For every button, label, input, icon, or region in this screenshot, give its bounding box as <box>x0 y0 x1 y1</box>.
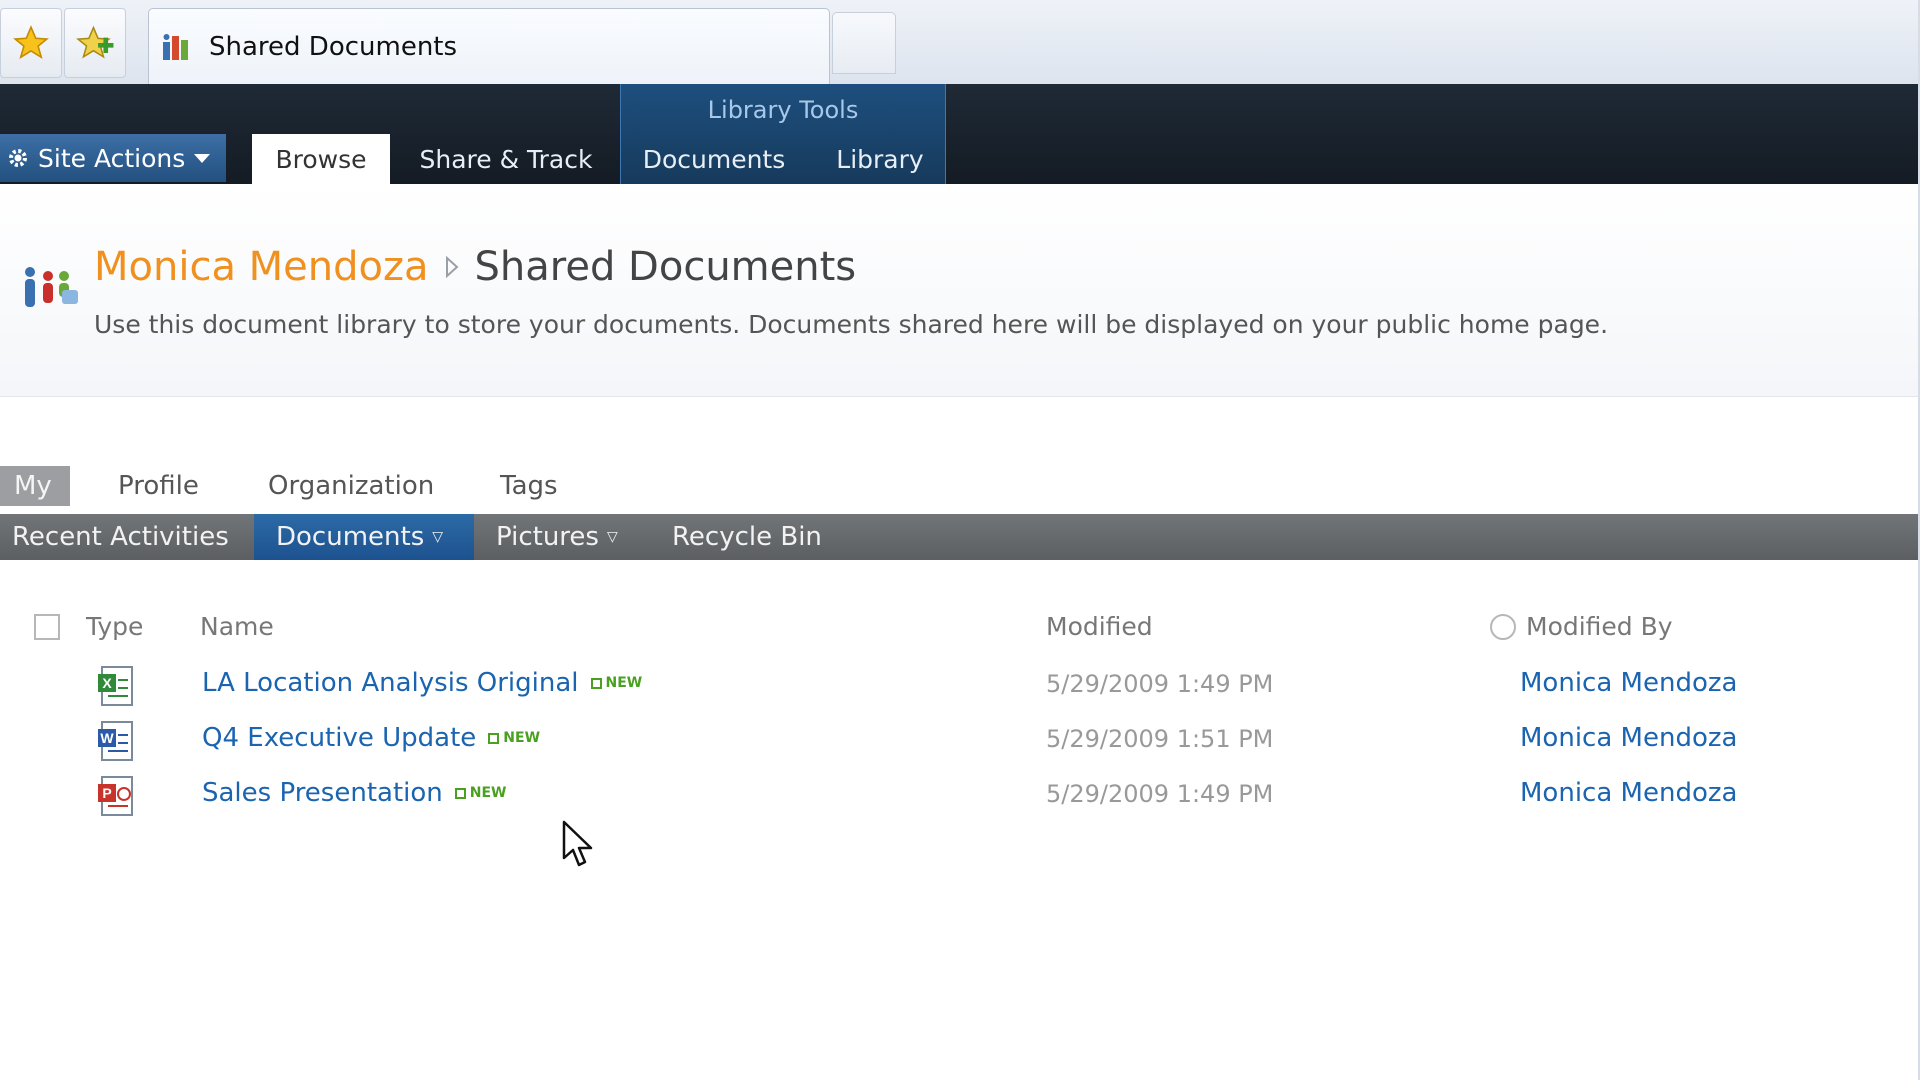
new-tab-button[interactable] <box>832 12 896 74</box>
table-row[interactable]: P Sales Presentation NEW 5/29/2009 1:49 … <box>0 774 1920 830</box>
add-favorite-icon <box>76 25 114 59</box>
column-header-modified-by[interactable]: Modified By <box>1526 612 1673 641</box>
new-badge: NEW <box>590 675 643 691</box>
table-row[interactable]: X LA Location Analysis Original NEW 5/29… <box>0 664 1920 720</box>
column-header-name[interactable]: Name <box>200 612 274 641</box>
new-badge: NEW <box>454 785 507 801</box>
tab-library[interactable]: Library <box>820 134 940 184</box>
table-row[interactable]: W Q4 Executive Update NEW 5/29/2009 1:51… <box>0 719 1920 775</box>
document-link[interactable]: Q4 Executive Update <box>202 723 476 753</box>
modified-date: 5/29/2009 1:51 PM <box>1046 725 1274 753</box>
document-name-cell: LA Location Analysis Original NEW <box>202 668 642 698</box>
site-actions-menu[interactable]: Site Actions <box>0 134 226 182</box>
subnav-recycle-bin-label: Recycle Bin <box>672 522 822 552</box>
subnav-recent-activities-label: Recent Activities <box>12 522 229 552</box>
modified-by-link[interactable]: Monica Mendoza <box>1520 668 1737 698</box>
library-tools-label: Library Tools <box>707 96 859 124</box>
sub-navigation-bar: Recent Activities Documents ▽ Pictures ▽… <box>0 514 1920 560</box>
mouse-cursor-icon <box>562 820 593 867</box>
subnav-documents-label: Documents <box>276 522 425 552</box>
nav-tags[interactable]: Tags <box>500 466 558 506</box>
chevron-down-icon <box>194 154 211 163</box>
svg-text:P: P <box>102 785 111 801</box>
new-square-icon <box>454 787 466 799</box>
breadcrumb-site-link[interactable]: Monica Mendoza <box>94 244 429 290</box>
favorites-star-icon <box>13 25 49 59</box>
browser-tab-strip: Shared Documents <box>0 0 1920 85</box>
tab-documents[interactable]: Documents <box>632 134 796 184</box>
nav-organization[interactable]: Organization <box>268 466 434 506</box>
column-header-modified[interactable]: Modified <box>1046 612 1153 641</box>
modified-date: 5/29/2009 1:49 PM <box>1046 670 1274 698</box>
column-header-type[interactable]: Type <box>86 612 143 641</box>
site-logo-icon <box>25 267 78 307</box>
breadcrumb-separator-icon <box>445 256 459 278</box>
new-badge-label: NEW <box>469 785 507 801</box>
nav-my[interactable]: My <box>0 466 70 506</box>
subnav-recycle-bin[interactable]: Recycle Bin <box>660 514 834 560</box>
subnav-pictures-label: Pictures <box>496 522 599 552</box>
powerpoint-file-icon: P <box>98 776 133 816</box>
site-actions-label: Site Actions <box>38 143 186 173</box>
sharepoint-site-icon <box>163 34 188 60</box>
page-description: Use this document library to store your … <box>94 310 1609 339</box>
gear-icon <box>9 149 27 167</box>
document-link[interactable]: LA Location Analysis Original <box>202 668 579 698</box>
excel-file-icon: X <box>98 666 133 706</box>
browser-tab-title: Shared Documents <box>209 32 458 62</box>
dropdown-arrow-icon: ▽ <box>432 529 444 545</box>
new-badge-label: NEW <box>605 675 643 691</box>
new-square-icon <box>488 732 500 744</box>
word-file-icon: W <box>98 721 133 761</box>
tab-browse[interactable]: Browse <box>252 134 390 184</box>
document-name-cell: Q4 Executive Update NEW <box>202 723 540 753</box>
subnav-pictures[interactable]: Pictures ▽ <box>484 514 630 560</box>
breadcrumb: Monica Mendoza Shared Documents <box>94 244 856 290</box>
favorites-button[interactable] <box>0 8 62 78</box>
dropdown-arrow-icon: ▽ <box>606 529 618 545</box>
modified-by-link[interactable]: Monica Mendoza <box>1520 778 1737 808</box>
new-badge-label: NEW <box>503 730 541 746</box>
page-title-area <box>0 184 1920 397</box>
subnav-recent-activities[interactable]: Recent Activities <box>0 514 241 560</box>
new-square-icon <box>590 677 602 689</box>
new-badge: NEW <box>488 730 540 746</box>
modified-by-link[interactable]: Monica Mendoza <box>1520 723 1737 753</box>
document-name-cell: Sales Presentation NEW <box>202 778 507 808</box>
tab-share-track[interactable]: Share & Track <box>408 134 604 184</box>
nav-profile[interactable]: Profile <box>118 466 199 506</box>
svg-text:W: W <box>100 730 114 746</box>
add-favorite-button[interactable] <box>64 8 126 78</box>
svg-text:X: X <box>102 675 112 691</box>
browser-tab-active[interactable]: Shared Documents <box>148 8 830 85</box>
select-all-checkbox[interactable] <box>34 614 60 640</box>
page-title: Shared Documents <box>474 244 857 290</box>
modified-date: 5/29/2009 1:49 PM <box>1046 780 1274 808</box>
modified-by-radio[interactable] <box>1490 614 1516 640</box>
subnav-documents[interactable]: Documents ▽ <box>254 514 474 560</box>
document-link[interactable]: Sales Presentation <box>202 778 443 808</box>
